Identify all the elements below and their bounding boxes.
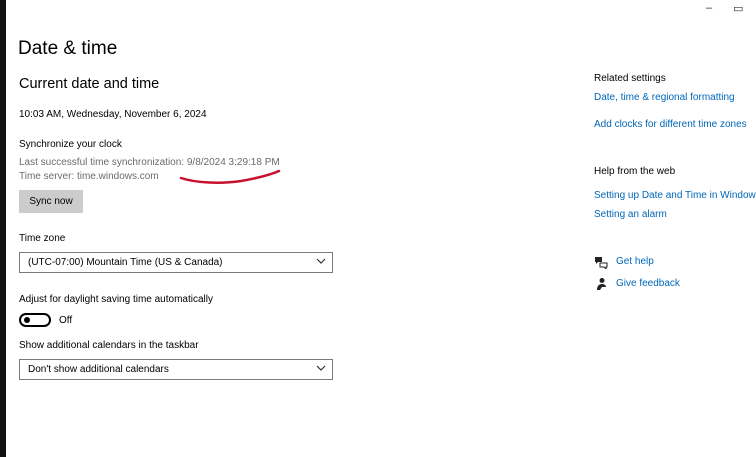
feedback-icon: [597, 278, 606, 290]
add-clocks-link[interactable]: Add clocks for different time zones: [594, 119, 747, 130]
help-from-web-heading: Help from the web: [594, 166, 676, 177]
page-title: Date & time: [18, 38, 118, 59]
sync-heading: Synchronize your clock: [19, 139, 122, 150]
get-help-icon: [595, 257, 608, 269]
chevron-down-icon: [316, 365, 326, 371]
maximize-icon[interactable]: ▭: [733, 2, 743, 15]
setting-alarm-link[interactable]: Setting an alarm: [594, 209, 667, 220]
settings-window: – ▭ Date & time Current date and time 10…: [6, 0, 756, 457]
get-help-link[interactable]: Get help: [616, 256, 654, 267]
toggle-knob: [24, 317, 30, 323]
current-datetime: 10:03 AM, Wednesday, November 6, 2024: [19, 109, 207, 120]
date-time-regional-link[interactable]: Date, time & regional formatting: [594, 92, 735, 103]
time-zone-select[interactable]: (UTC-07:00) Mountain Time (US & Canada): [19, 252, 333, 273]
calendars-value: Don't show additional calendars: [28, 364, 169, 375]
give-feedback-link[interactable]: Give feedback: [616, 278, 680, 289]
related-settings-heading: Related settings: [594, 73, 666, 84]
setting-up-date-time-link[interactable]: Setting up Date and Time in Windows: [594, 190, 756, 201]
calendars-select[interactable]: Don't show additional calendars: [19, 359, 333, 380]
dst-label: Adjust for daylight saving time automati…: [19, 294, 213, 305]
dst-toggle[interactable]: [19, 313, 51, 327]
time-zone-label: Time zone: [19, 233, 66, 244]
time-server-text: Time server: time.windows.com: [19, 171, 159, 182]
annotation-underline: [179, 169, 281, 184]
sync-now-button[interactable]: Sync now: [19, 190, 83, 213]
chevron-down-icon: [316, 258, 326, 264]
section-title: Current date and time: [19, 76, 160, 92]
last-sync-text: Last successful time synchronization: 9/…: [19, 157, 280, 168]
time-zone-value: (UTC-07:00) Mountain Time (US & Canada): [28, 257, 223, 268]
dst-toggle-state: Off: [59, 315, 73, 326]
calendars-label: Show additional calendars in the taskbar: [19, 340, 199, 351]
minimize-icon[interactable]: –: [706, 2, 712, 14]
